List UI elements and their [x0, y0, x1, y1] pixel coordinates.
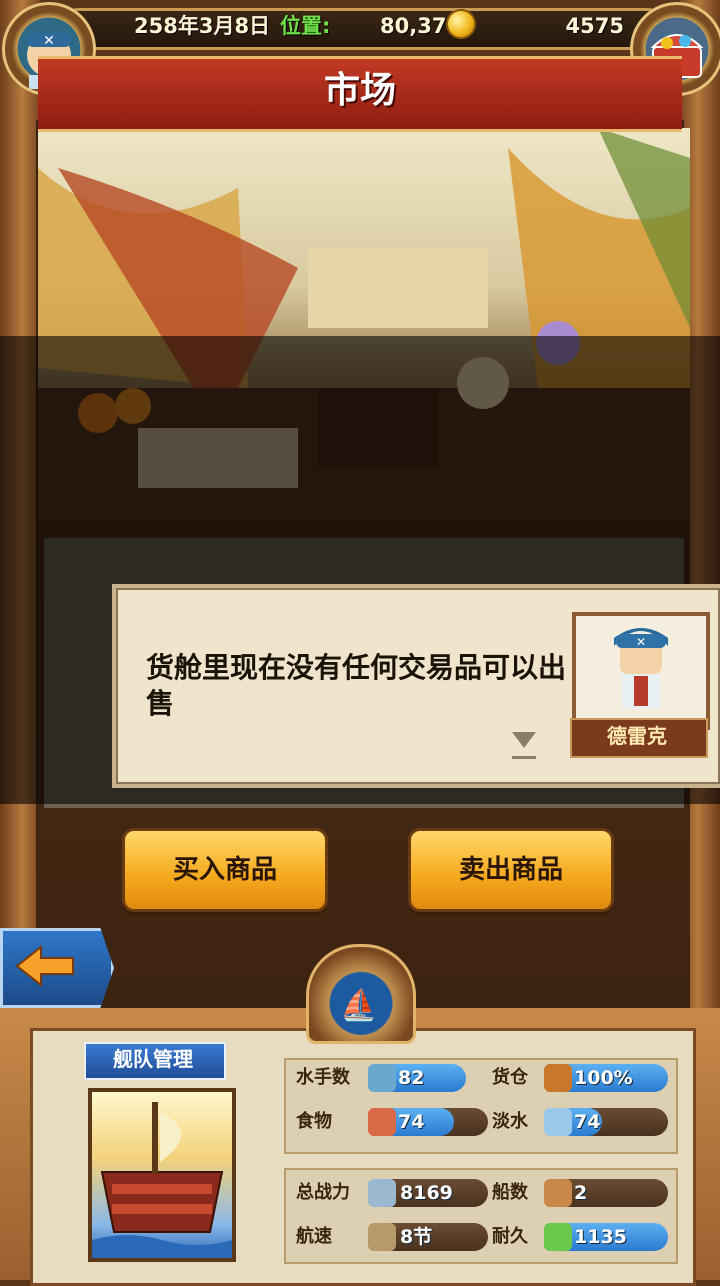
sailor-icon	[368, 1064, 396, 1092]
sailors-value: 82	[398, 1067, 425, 1089]
location-label: 位置:	[280, 14, 331, 38]
water-jug-icon	[544, 1108, 572, 1136]
npc-portrait: ✕	[572, 612, 710, 730]
back-button[interactable]	[0, 928, 114, 1008]
npc-name: 德雷克	[607, 724, 667, 748]
svg-text:✕: ✕	[43, 33, 55, 49]
power-label: 总战力	[296, 1182, 350, 1203]
npc-portrait-art: ✕	[614, 628, 668, 708]
ship-illustration	[92, 1102, 232, 1258]
swords-icon	[368, 1179, 396, 1207]
sailors-label: 水手数	[296, 1067, 350, 1088]
boat-icon: ⛵	[340, 988, 378, 1023]
location-value: 80,37	[380, 14, 447, 38]
coin-icon	[446, 9, 476, 39]
buy-goods-button[interactable]: 买入商品	[122, 828, 328, 912]
speed-value: 8节	[400, 1226, 433, 1248]
continue-arrow-icon	[512, 732, 536, 748]
meat-icon	[368, 1108, 396, 1136]
speed-label: 航速	[296, 1226, 332, 1247]
crate-icon	[544, 1064, 572, 1092]
food-value: 74	[398, 1111, 425, 1133]
sail-icon	[368, 1223, 396, 1251]
continue-arrow-underline	[512, 756, 536, 759]
ships-value: 2	[574, 1182, 588, 1204]
ship-count-icon	[544, 1179, 572, 1207]
svg-text:✕: ✕	[636, 635, 646, 649]
durability-value: 1135	[574, 1226, 627, 1248]
repair-icon	[544, 1223, 572, 1251]
sell-goods-button[interactable]: 卖出商品	[408, 828, 614, 912]
food-label: 食物	[296, 1111, 332, 1132]
game-date: 258年3月8日	[134, 14, 271, 38]
ships-label: 船数	[492, 1182, 528, 1203]
cargo-label: 货仓	[492, 1067, 528, 1088]
water-label: 淡水	[492, 1111, 528, 1132]
power-value: 8169	[400, 1182, 453, 1204]
fleet-management-label[interactable]: 舰队管理	[84, 1042, 222, 1076]
gold-amount: 4575	[565, 14, 624, 38]
water-value: 74	[574, 1111, 601, 1133]
back-arrow-icon	[15, 944, 74, 988]
ship-card[interactable]	[88, 1088, 236, 1262]
dialog-text: 货舱里现在没有任何交易品可以出售	[146, 651, 567, 720]
page-title: 市场	[323, 70, 396, 111]
durability-label: 耐久	[492, 1226, 528, 1247]
cargo-value: 100%	[574, 1067, 633, 1089]
